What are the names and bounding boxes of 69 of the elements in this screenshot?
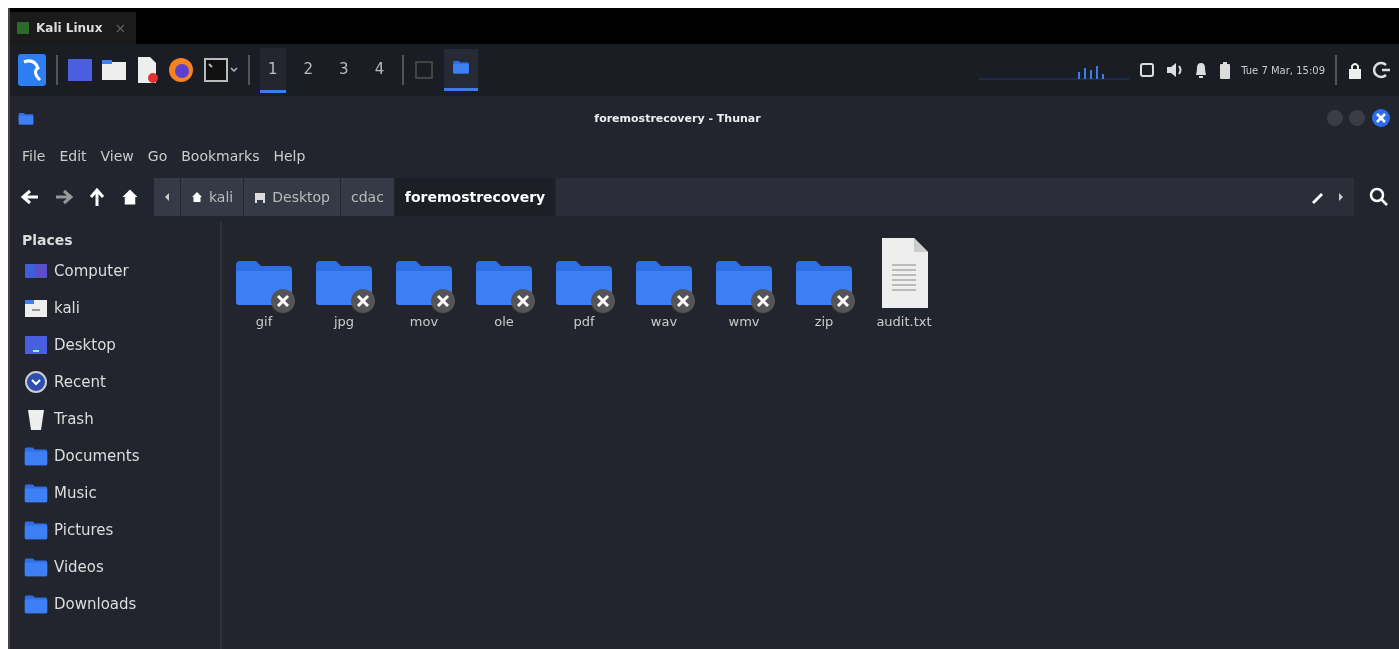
- menu-item[interactable]: View: [100, 148, 134, 164]
- clock-icon: [24, 369, 48, 394]
- menu-item[interactable]: Go: [147, 148, 168, 164]
- home-icon: [191, 191, 203, 203]
- folder-icon: [24, 445, 48, 466]
- sidebar-item[interactable]: Videos: [22, 552, 208, 581]
- browser-icon[interactable]: [168, 57, 194, 83]
- file-name[interactable]: wmv: [728, 314, 760, 329]
- workspace-button[interactable]: 4: [366, 47, 393, 93]
- folder-icon: [24, 519, 48, 540]
- path-button[interactable]: foremostrecovery: [394, 178, 557, 216]
- edit-icon[interactable]: [1310, 190, 1324, 204]
- sidebar-item[interactable]: Pictures: [22, 515, 208, 544]
- logout-icon[interactable]: [1373, 61, 1391, 79]
- sidebar-heading: Places: [22, 232, 74, 248]
- file-name[interactable]: pdf: [573, 314, 595, 329]
- sidebar-item[interactable]: kali: [22, 293, 208, 322]
- menu-item[interactable]: Help: [273, 148, 306, 164]
- caret-icon: [164, 192, 170, 202]
- folder-icon: [24, 593, 48, 614]
- folder-icon: [24, 556, 48, 577]
- kali-menu-icon[interactable]: [18, 54, 46, 86]
- sidebar-item[interactable]: Computer: [22, 256, 208, 285]
- clock-text[interactable]: Tue 7 Mar, 15:09: [1241, 64, 1325, 76]
- desktop-icon: [24, 334, 48, 355]
- workspace-button[interactable]: 2: [295, 47, 322, 93]
- workspace-button[interactable]: 1: [260, 47, 286, 93]
- taskbar-button[interactable]: [444, 49, 479, 91]
- path-button[interactable]: cdac: [341, 178, 395, 216]
- menu-item[interactable]: File: [22, 148, 46, 164]
- back-icon[interactable]: [20, 188, 40, 206]
- file-name[interactable]: ole: [494, 314, 514, 329]
- forward-icon[interactable]: [54, 188, 74, 206]
- sidebar-item[interactable]: Music: [22, 478, 208, 507]
- computer-icon: [24, 261, 48, 280]
- file-name[interactable]: jpg: [333, 314, 355, 329]
- folder-icon: [18, 111, 34, 125]
- desktop-icon: [254, 191, 267, 203]
- sidebar-item[interactable]: Recent: [22, 367, 208, 396]
- sidebar-item[interactable]: Desktop: [22, 330, 208, 359]
- search-icon[interactable]: [1369, 187, 1389, 207]
- text-editor-icon[interactable]: [136, 57, 158, 83]
- file-name[interactable]: audit.txt: [876, 314, 932, 329]
- path-button[interactable]: Desktop: [244, 178, 341, 216]
- sidebar-item[interactable]: Downloads: [22, 589, 208, 618]
- file-name[interactable]: wav: [650, 314, 678, 329]
- battery-icon[interactable]: [1219, 61, 1232, 79]
- workspace-button[interactable]: 3: [331, 47, 357, 93]
- text-file-icon: [880, 238, 928, 308]
- menu-item[interactable]: Bookmarks: [181, 148, 260, 164]
- path-button[interactable]: kali: [181, 178, 245, 216]
- folder-icon: [452, 60, 471, 74]
- folder-icon: [24, 482, 48, 503]
- sidebar-item[interactable]: Trash: [22, 404, 208, 433]
- caret-icon[interactable]: [1338, 192, 1344, 202]
- lock-icon[interactable]: [1347, 61, 1363, 79]
- close-icon[interactable]: [1371, 108, 1391, 128]
- menu-item[interactable]: Edit: [59, 148, 87, 164]
- file-manager-icon[interactable]: [102, 60, 126, 80]
- volume-icon[interactable]: [1165, 62, 1184, 78]
- home-icon[interactable]: [120, 188, 140, 206]
- home-folder-icon: [24, 297, 48, 318]
- up-icon[interactable]: [88, 187, 106, 207]
- file-name[interactable]: zip: [814, 314, 834, 329]
- file-name[interactable]: mov: [409, 314, 439, 329]
- file-name[interactable]: gif: [255, 314, 273, 329]
- window-title: foremostrecovery - Thunar: [593, 111, 762, 125]
- sidebar-item[interactable]: Documents: [22, 441, 208, 470]
- browser-tab[interactable]: Kali Linux ×: [10, 12, 137, 44]
